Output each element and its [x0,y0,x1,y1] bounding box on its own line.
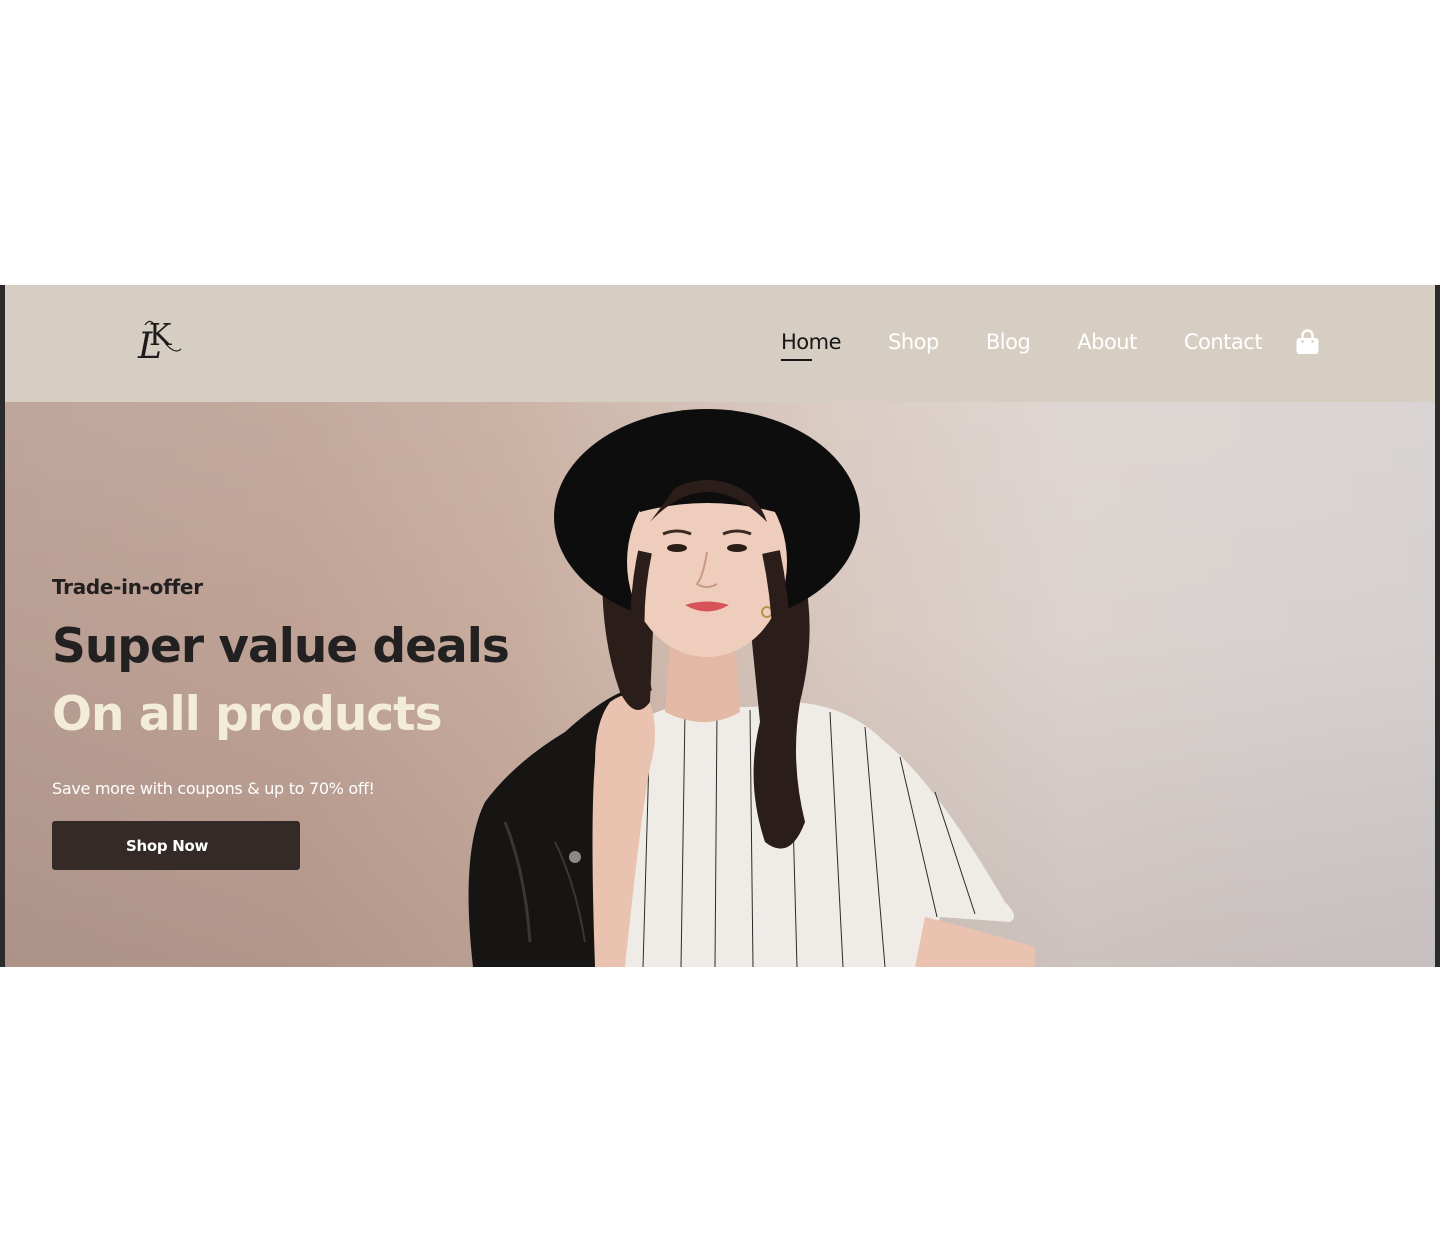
nav-blog[interactable]: Blog [986,328,1031,356]
nav-home[interactable]: Home [781,328,842,361]
main-nav: Home Shop Blog About Contact [781,328,1309,368]
nav-about[interactable]: About [1077,328,1137,356]
hero-subheadline: On all products [52,687,443,742]
model-photo [468,409,1035,967]
nav-shop[interactable]: Shop [888,328,939,356]
logo-monogram: L K [137,318,182,367]
logo[interactable]: L K [135,315,185,367]
hero-tagline: Save more with coupons & up to 70% off! [52,779,375,798]
website: L K Home Shop Blog About Contact Trade-i… [5,285,1435,967]
shopping-bag-icon[interactable] [1295,329,1320,356]
nav-contact[interactable]: Contact [1184,328,1263,356]
hero-headline: Super value deals [52,619,510,674]
browser-frame: L K Home Shop Blog About Contact Trade-i… [0,285,1440,967]
hero-eyebrow: Trade-in-offer [52,575,203,599]
site-header: L K Home Shop Blog About Contact [5,285,1435,402]
shop-now-button[interactable]: Shop Now [52,821,300,870]
hero-banner: Trade-in-offer Super value deals On all … [5,402,1435,967]
